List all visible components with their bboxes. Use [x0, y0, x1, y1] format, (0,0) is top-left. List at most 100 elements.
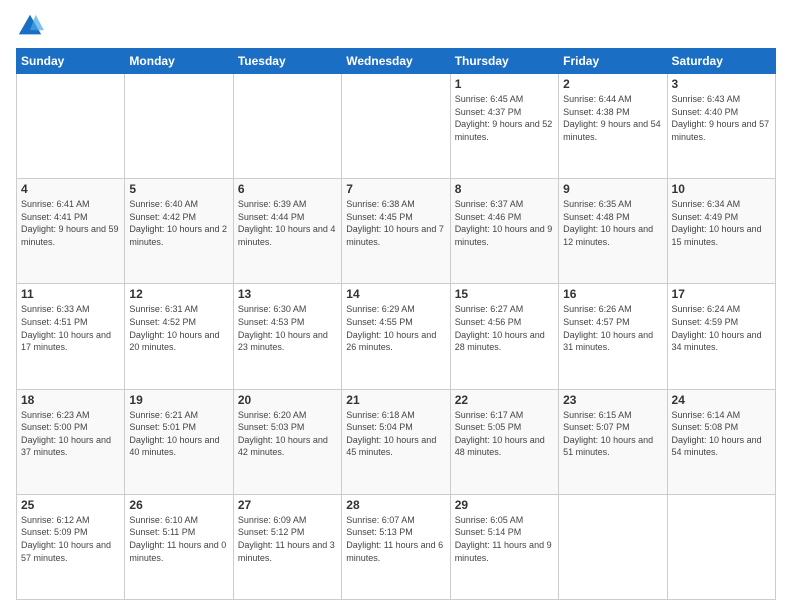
- day-info: Sunrise: 6:20 AMSunset: 5:03 PMDaylight:…: [238, 409, 337, 459]
- day-info: Sunrise: 6:43 AMSunset: 4:40 PMDaylight:…: [672, 93, 771, 143]
- day-cell: 25 Sunrise: 6:12 AMSunset: 5:09 PMDayligh…: [17, 494, 125, 599]
- day-info: Sunrise: 6:41 AMSunset: 4:41 PMDaylight:…: [21, 198, 120, 248]
- day-number: 8: [455, 182, 554, 196]
- day-info: Sunrise: 6:17 AMSunset: 5:05 PMDaylight:…: [455, 409, 554, 459]
- day-info: Sunrise: 6:29 AMSunset: 4:55 PMDaylight:…: [346, 303, 445, 353]
- day-cell: 21 Sunrise: 6:18 AMSunset: 5:04 PMDayligh…: [342, 389, 450, 494]
- day-number: 11: [21, 287, 120, 301]
- day-info: Sunrise: 6:18 AMSunset: 5:04 PMDaylight:…: [346, 409, 445, 459]
- day-info: Sunrise: 6:30 AMSunset: 4:53 PMDaylight:…: [238, 303, 337, 353]
- day-number: 29: [455, 498, 554, 512]
- day-cell: [233, 74, 341, 179]
- day-number: 18: [21, 393, 120, 407]
- weekday-header-monday: Monday: [125, 49, 233, 74]
- day-info: Sunrise: 6:34 AMSunset: 4:49 PMDaylight:…: [672, 198, 771, 248]
- calendar-table: SundayMondayTuesdayWednesdayThursdayFrid…: [16, 48, 776, 600]
- day-info: Sunrise: 6:31 AMSunset: 4:52 PMDaylight:…: [129, 303, 228, 353]
- day-info: Sunrise: 6:35 AMSunset: 4:48 PMDaylight:…: [563, 198, 662, 248]
- day-cell: 1 Sunrise: 6:45 AMSunset: 4:37 PMDaylight…: [450, 74, 558, 179]
- day-number: 2: [563, 77, 662, 91]
- day-cell: [342, 74, 450, 179]
- day-number: 16: [563, 287, 662, 301]
- day-info: Sunrise: 6:45 AMSunset: 4:37 PMDaylight:…: [455, 93, 554, 143]
- day-number: 21: [346, 393, 445, 407]
- day-cell: 28 Sunrise: 6:07 AMSunset: 5:13 PMDayligh…: [342, 494, 450, 599]
- day-info: Sunrise: 6:14 AMSunset: 5:08 PMDaylight:…: [672, 409, 771, 459]
- day-info: Sunrise: 6:39 AMSunset: 4:44 PMDaylight:…: [238, 198, 337, 248]
- day-number: 25: [21, 498, 120, 512]
- day-cell: 13 Sunrise: 6:30 AMSunset: 4:53 PMDayligh…: [233, 284, 341, 389]
- day-info: Sunrise: 6:12 AMSunset: 5:09 PMDaylight:…: [21, 514, 120, 564]
- day-info: Sunrise: 6:24 AMSunset: 4:59 PMDaylight:…: [672, 303, 771, 353]
- day-info: Sunrise: 6:37 AMSunset: 4:46 PMDaylight:…: [455, 198, 554, 248]
- week-row-3: 11 Sunrise: 6:33 AMSunset: 4:51 PMDayligh…: [17, 284, 776, 389]
- weekday-header-thursday: Thursday: [450, 49, 558, 74]
- day-cell: [17, 74, 125, 179]
- day-info: Sunrise: 6:40 AMSunset: 4:42 PMDaylight:…: [129, 198, 228, 248]
- calendar-header: SundayMondayTuesdayWednesdayThursdayFrid…: [17, 49, 776, 74]
- weekday-row: SundayMondayTuesdayWednesdayThursdayFrid…: [17, 49, 776, 74]
- day-cell: 4 Sunrise: 6:41 AMSunset: 4:41 PMDaylight…: [17, 179, 125, 284]
- day-number: 27: [238, 498, 337, 512]
- day-info: Sunrise: 6:33 AMSunset: 4:51 PMDaylight:…: [21, 303, 120, 353]
- day-number: 6: [238, 182, 337, 196]
- day-cell: 7Sunrise: 6:38 AMSunset: 4:45 PMDaylight…: [342, 179, 450, 284]
- weekday-header-friday: Friday: [559, 49, 667, 74]
- day-number: 28: [346, 498, 445, 512]
- weekday-header-saturday: Saturday: [667, 49, 775, 74]
- day-cell: 11 Sunrise: 6:33 AMSunset: 4:51 PMDayligh…: [17, 284, 125, 389]
- day-cell: 6 Sunrise: 6:39 AMSunset: 4:44 PMDaylight…: [233, 179, 341, 284]
- day-info: Sunrise: 6:15 AMSunset: 5:07 PMDaylight:…: [563, 409, 662, 459]
- day-cell: [559, 494, 667, 599]
- day-number: 12: [129, 287, 228, 301]
- day-number: 3: [672, 77, 771, 91]
- week-row-4: 18 Sunrise: 6:23 AMSunset: 5:00 PMDayligh…: [17, 389, 776, 494]
- week-row-1: 1 Sunrise: 6:45 AMSunset: 4:37 PMDaylight…: [17, 74, 776, 179]
- day-cell: 15Sunrise: 6:27 AMSunset: 4:56 PMDayligh…: [450, 284, 558, 389]
- day-cell: 16 Sunrise: 6:26 AMSunset: 4:57 PMDayligh…: [559, 284, 667, 389]
- day-cell: 27 Sunrise: 6:09 AMSunset: 5:12 PMDayligh…: [233, 494, 341, 599]
- day-cell: 12 Sunrise: 6:31 AMSunset: 4:52 PMDayligh…: [125, 284, 233, 389]
- weekday-header-sunday: Sunday: [17, 49, 125, 74]
- weekday-header-wednesday: Wednesday: [342, 49, 450, 74]
- day-number: 9: [563, 182, 662, 196]
- day-info: Sunrise: 6:05 AMSunset: 5:14 PMDaylight:…: [455, 514, 554, 564]
- day-number: 5: [129, 182, 228, 196]
- logo-icon: [16, 12, 44, 40]
- day-number: 7: [346, 182, 445, 196]
- day-cell: 20 Sunrise: 6:20 AMSunset: 5:03 PMDayligh…: [233, 389, 341, 494]
- day-number: 15: [455, 287, 554, 301]
- day-cell: 23 Sunrise: 6:15 AMSunset: 5:07 PMDayligh…: [559, 389, 667, 494]
- day-cell: [667, 494, 775, 599]
- day-info: Sunrise: 6:26 AMSunset: 4:57 PMDaylight:…: [563, 303, 662, 353]
- day-cell: 18 Sunrise: 6:23 AMSunset: 5:00 PMDayligh…: [17, 389, 125, 494]
- day-cell: 10 Sunrise: 6:34 AMSunset: 4:49 PMDayligh…: [667, 179, 775, 284]
- day-cell: 9 Sunrise: 6:35 AMSunset: 4:48 PMDaylight…: [559, 179, 667, 284]
- day-number: 13: [238, 287, 337, 301]
- header: [16, 12, 776, 40]
- day-number: 19: [129, 393, 228, 407]
- day-cell: 22Sunrise: 6:17 AMSunset: 5:05 PMDayligh…: [450, 389, 558, 494]
- day-info: Sunrise: 6:09 AMSunset: 5:12 PMDaylight:…: [238, 514, 337, 564]
- day-cell: 19 Sunrise: 6:21 AMSunset: 5:01 PMDayligh…: [125, 389, 233, 494]
- day-number: 24: [672, 393, 771, 407]
- day-number: 26: [129, 498, 228, 512]
- day-info: Sunrise: 6:07 AMSunset: 5:13 PMDaylight:…: [346, 514, 445, 564]
- day-number: 10: [672, 182, 771, 196]
- day-info: Sunrise: 6:23 AMSunset: 5:00 PMDaylight:…: [21, 409, 120, 459]
- day-cell: 14Sunrise: 6:29 AMSunset: 4:55 PMDayligh…: [342, 284, 450, 389]
- week-row-2: 4 Sunrise: 6:41 AMSunset: 4:41 PMDaylight…: [17, 179, 776, 284]
- day-number: 1: [455, 77, 554, 91]
- day-cell: 5 Sunrise: 6:40 AMSunset: 4:42 PMDaylight…: [125, 179, 233, 284]
- day-info: Sunrise: 6:44 AMSunset: 4:38 PMDaylight:…: [563, 93, 662, 143]
- day-number: 4: [21, 182, 120, 196]
- day-number: 20: [238, 393, 337, 407]
- day-cell: 8 Sunrise: 6:37 AMSunset: 4:46 PMDaylight…: [450, 179, 558, 284]
- day-cell: [125, 74, 233, 179]
- day-cell: 29 Sunrise: 6:05 AMSunset: 5:14 PMDayligh…: [450, 494, 558, 599]
- day-cell: 26Sunrise: 6:10 AMSunset: 5:11 PMDayligh…: [125, 494, 233, 599]
- day-number: 23: [563, 393, 662, 407]
- week-row-5: 25 Sunrise: 6:12 AMSunset: 5:09 PMDayligh…: [17, 494, 776, 599]
- day-cell: 3 Sunrise: 6:43 AMSunset: 4:40 PMDaylight…: [667, 74, 775, 179]
- day-info: Sunrise: 6:21 AMSunset: 5:01 PMDaylight:…: [129, 409, 228, 459]
